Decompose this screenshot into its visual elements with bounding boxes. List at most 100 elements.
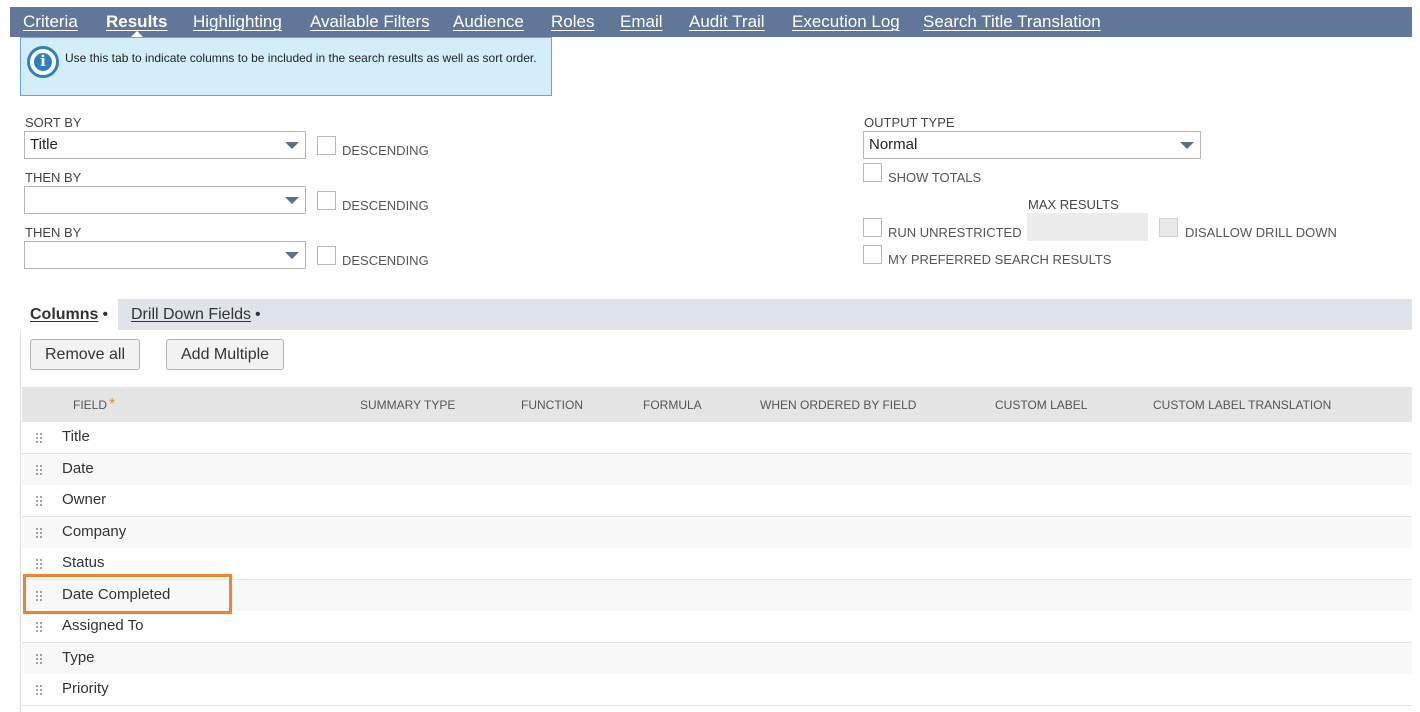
drag-handle-icon[interactable]	[35, 684, 43, 696]
header-summary-type: SUMMARY TYPE	[360, 398, 456, 412]
remove-all-button[interactable]: Remove all	[30, 339, 141, 370]
output-type-select[interactable]: Normal	[863, 131, 1201, 159]
show-totals-label: SHOW TOTALS	[888, 170, 982, 185]
main-tab-bar: Criteria Results Highlighting Available …	[10, 7, 1412, 38]
drag-handle-icon[interactable]	[35, 653, 43, 665]
tab-criteria[interactable]: Criteria	[23, 7, 78, 37]
then-by-2-select[interactable]	[24, 241, 306, 269]
info-icon: i	[27, 46, 59, 78]
tab-audit-trail[interactable]: Audit Trail	[689, 7, 765, 37]
table-header: FIELD * SUMMARY TYPE FUNCTION FORMULA WHE…	[22, 387, 1412, 422]
subtab-bar: Columns • Drill Down Fields •	[20, 299, 1412, 330]
table-row[interactable]: Priority	[22, 674, 1412, 706]
drag-handle-icon[interactable]	[35, 464, 43, 476]
table-row[interactable]: Date	[22, 454, 1412, 486]
required-mark: *	[109, 396, 116, 413]
table-row[interactable]: Date Completed	[22, 580, 1412, 612]
tab-execution-log[interactable]: Execution Log	[792, 7, 900, 37]
max-results-label: MAX RESULTS	[1028, 197, 1119, 212]
disallow-drill-down-checkbox	[1159, 218, 1178, 237]
drag-handle-icon[interactable]	[35, 590, 43, 602]
field-cell: Date Completed	[62, 586, 171, 603]
field-cell: Status	[62, 554, 105, 571]
tab-execution-log-label: Execution Log	[792, 12, 900, 31]
tab-results[interactable]: Results	[106, 7, 168, 38]
tab-email[interactable]: Email	[620, 7, 663, 37]
field-cell: Title	[62, 428, 90, 445]
subtab-columns-dot: •	[102, 306, 109, 323]
add-multiple-button[interactable]: Add Multiple	[166, 339, 285, 370]
subtab-drill-down-fields-dot: •	[255, 306, 261, 323]
table-left-border	[20, 330, 21, 712]
then-by-1-descending-checkbox[interactable]	[317, 191, 336, 210]
subtab-columns[interactable]: Columns •	[20, 299, 119, 330]
disallow-drill-down-label: DISALLOW DRILL DOWN	[1185, 225, 1337, 240]
tab-criteria-label: Criteria	[23, 12, 78, 31]
chevron-down-icon	[285, 197, 299, 204]
tab-highlighting[interactable]: Highlighting	[193, 7, 282, 37]
table-row[interactable]: Status	[22, 548, 1412, 580]
run-unrestricted-checkbox[interactable]	[863, 218, 882, 237]
field-cell: Priority	[62, 680, 109, 697]
then-by-1-label: THEN BY	[25, 170, 82, 185]
my-preferred-search-results-checkbox[interactable]	[863, 245, 882, 264]
field-cell: Type	[62, 649, 95, 666]
header-function: FUNCTION	[521, 398, 583, 412]
tab-results-label: Results	[106, 12, 168, 31]
sort-by-label: SORT BY	[25, 115, 82, 130]
table-row[interactable]: Title	[22, 422, 1412, 454]
field-cell: Owner	[62, 491, 107, 508]
header-when-ordered-by-field: WHEN ORDERED BY FIELD	[760, 398, 917, 412]
tab-audience-label: Audience	[453, 12, 524, 31]
tab-highlighting-label: Highlighting	[193, 12, 282, 31]
chevron-down-icon	[1180, 142, 1194, 149]
sort-by-select[interactable]: Title	[24, 131, 306, 159]
table-row[interactable]: Assigned To	[22, 611, 1412, 643]
tab-roles-label: Roles	[551, 12, 595, 31]
drag-handle-icon[interactable]	[35, 432, 43, 444]
subtab-drill-down-fields[interactable]: Drill Down Fields •	[131, 299, 261, 330]
header-formula: FORMULA	[643, 398, 702, 412]
sort-by-descending-label: DESCENDING	[342, 143, 429, 158]
then-by-2-descending-checkbox[interactable]	[317, 246, 336, 265]
output-type-label: OUTPUT TYPE	[864, 115, 955, 130]
field-cell: Date	[62, 460, 94, 477]
drag-handle-icon[interactable]	[35, 495, 43, 507]
field-cell: Assigned To	[62, 617, 144, 634]
tab-email-label: Email	[620, 12, 663, 31]
drag-handle-icon[interactable]	[35, 558, 43, 570]
header-custom-label-translation: CUSTOM LABEL TRANSLATION	[1153, 398, 1332, 412]
tab-search-title-translation-label: Search Title Translation	[923, 12, 1101, 31]
sort-by-descending-checkbox[interactable]	[317, 136, 336, 155]
run-unrestricted-label: RUN UNRESTRICTED	[888, 225, 1022, 240]
then-by-1-descending-label: DESCENDING	[342, 198, 429, 213]
sort-by-value: Title	[30, 136, 58, 153]
header-custom-label: CUSTOM LABEL	[995, 398, 1088, 412]
table-row[interactable]: Owner	[22, 485, 1412, 517]
chevron-down-icon	[285, 142, 299, 149]
header-field: FIELD *	[73, 387, 115, 423]
show-totals-checkbox[interactable]	[863, 163, 882, 182]
subtab-columns-label: Columns	[30, 306, 99, 323]
tab-audit-trail-label: Audit Trail	[689, 12, 765, 31]
output-type-value: Normal	[869, 136, 918, 153]
header-field-label: FIELD	[73, 398, 108, 412]
tab-available-filters-label: Available Filters	[310, 12, 430, 31]
tab-search-title-translation[interactable]: Search Title Translation	[923, 7, 1101, 37]
then-by-1-select[interactable]	[24, 186, 306, 214]
field-cell: Company	[62, 523, 127, 540]
table-row[interactable]: Company	[22, 517, 1412, 549]
drag-handle-icon[interactable]	[35, 621, 43, 633]
tab-audience[interactable]: Audience	[453, 7, 524, 37]
tab-roles[interactable]: Roles	[551, 7, 594, 37]
max-results-input	[1027, 213, 1148, 241]
my-preferred-search-results-label: MY PREFERRED SEARCH RESULTS	[888, 252, 1112, 267]
info-text: Use this tab to indicate columns to be i…	[65, 51, 537, 65]
tab-available-filters[interactable]: Available Filters	[310, 7, 430, 37]
then-by-2-label: THEN BY	[25, 225, 82, 240]
subtab-drill-down-fields-label: Drill Down Fields	[131, 306, 252, 323]
drag-handle-icon[interactable]	[35, 527, 43, 539]
table-row[interactable]: Type	[22, 643, 1412, 675]
chevron-down-icon	[285, 252, 299, 259]
then-by-2-descending-label: DESCENDING	[342, 253, 429, 268]
